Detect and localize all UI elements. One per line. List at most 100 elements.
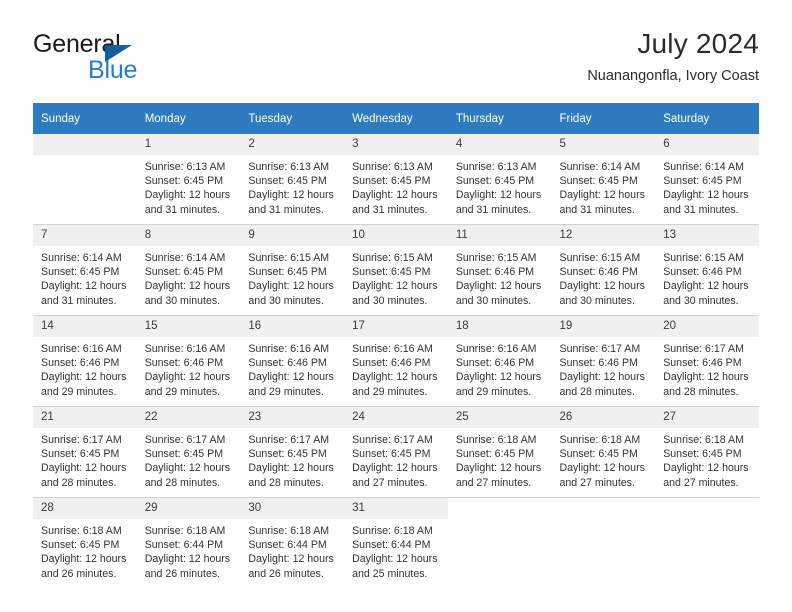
daylight-text-line1: Daylight: 12 hours (248, 280, 334, 293)
sunset-text: Sunset: 6:45 PM (559, 175, 638, 188)
daylight-text-line2: and 30 minutes. (455, 294, 532, 307)
daylight-text-line1: Daylight: 12 hours (559, 371, 645, 384)
calendar-day-cell[interactable]: 3 Sunrise: 6:13 AM Sunset: 6:45 PM Dayli… (344, 134, 448, 225)
sunrise-text: Sunrise: 6:15 AM (663, 252, 744, 264)
day-number: 22 (136, 407, 241, 428)
calendar-day-cell[interactable]: 6 Sunrise: 6:14 AM Sunset: 6:45 PM Dayli… (655, 134, 759, 225)
sunset-text: Sunset: 6:45 PM (248, 448, 327, 461)
calendar-table: Sunday Monday Tuesday Wednesday Thursday… (33, 103, 759, 588)
day-number: 16 (240, 316, 345, 337)
brand-logo[interactable]: General Blue (33, 32, 233, 88)
calendar-day-cell[interactable]: 27 Sunrise: 6:18 AM Sunset: 6:45 PM Dayl… (655, 406, 759, 498)
sunrise-text: Sunrise: 6:18 AM (248, 525, 330, 537)
sunrise-text: Sunrise: 6:13 AM (352, 161, 433, 173)
sunrise-text: Sunrise: 6:18 AM (455, 434, 537, 446)
calendar-day-cell[interactable]: 20 Sunrise: 6:17 AM Sunset: 6:46 PM Dayl… (655, 315, 759, 407)
daylight-text-line1: Daylight: 12 hours (352, 462, 438, 475)
calendar-day-cell[interactable]: 19 Sunrise: 6:17 AM Sunset: 6:46 PM Dayl… (551, 315, 656, 407)
calendar-day-cell[interactable]: 26 Sunrise: 6:18 AM Sunset: 6:45 PM Dayl… (551, 406, 656, 498)
day-number: 24 (344, 407, 448, 428)
page-title: July 2024 (637, 28, 759, 59)
day-number: 15 (136, 316, 241, 337)
day-number: 21 (33, 407, 137, 428)
weekday-header-monday: Monday (136, 103, 241, 134)
daylight-text-line2: and 29 minutes. (352, 385, 428, 398)
weekday-header-wednesday: Wednesday (344, 103, 448, 134)
calendar-day-cell[interactable]: 16 Sunrise: 6:16 AM Sunset: 6:46 PM Dayl… (240, 315, 345, 407)
calendar-day-cell[interactable]: 31 Sunrise: 6:18 AM Sunset: 6:44 PM Dayl… (344, 497, 448, 588)
day-number (448, 498, 552, 519)
calendar-day-cell[interactable]: 14 Sunrise: 6:16 AM Sunset: 6:46 PM Dayl… (33, 315, 137, 407)
day-number: 19 (551, 316, 656, 337)
calendar-day-cell[interactable]: 30 Sunrise: 6:18 AM Sunset: 6:44 PM Dayl… (240, 497, 345, 588)
daylight-text-line1: Daylight: 12 hours (248, 462, 334, 475)
daylight-text-line2: and 30 minutes. (248, 294, 324, 307)
day-details: Sunrise: 6:17 AM Sunset: 6:46 PM Dayligh… (655, 337, 759, 399)
sunrise-text: Sunrise: 6:16 AM (41, 343, 122, 355)
day-details: Sunrise: 6:16 AM Sunset: 6:46 PM Dayligh… (240, 337, 344, 399)
daylight-text-line2: and 31 minutes. (663, 203, 739, 216)
day-number: 10 (344, 225, 448, 246)
calendar-day-cell[interactable]: 2 Sunrise: 6:13 AM Sunset: 6:45 PM Dayli… (240, 134, 345, 225)
day-number (33, 134, 137, 155)
weekday-header-saturday: Saturday (655, 103, 759, 134)
calendar-day-cell[interactable]: 25 Sunrise: 6:18 AM Sunset: 6:45 PM Dayl… (447, 406, 552, 498)
calendar-day-cell[interactable] (655, 497, 759, 588)
calendar-day-cell[interactable] (551, 497, 656, 588)
calendar-day-cell[interactable]: 28 Sunrise: 6:18 AM Sunset: 6:45 PM Dayl… (33, 497, 137, 588)
calendar-day-cell[interactable]: 15 Sunrise: 6:16 AM Sunset: 6:46 PM Dayl… (136, 315, 241, 407)
calendar-day-cell[interactable]: 7 Sunrise: 6:14 AM Sunset: 6:45 PM Dayli… (33, 224, 137, 316)
daylight-text-line2: and 29 minutes. (144, 385, 221, 398)
calendar-day-cell[interactable]: 4 Sunrise: 6:13 AM Sunset: 6:45 PM Dayli… (447, 134, 552, 225)
sunset-text: Sunset: 6:45 PM (663, 448, 742, 461)
calendar-week-row: 7 Sunrise: 6:14 AM Sunset: 6:45 PM Dayli… (33, 224, 759, 316)
day-number: 30 (240, 498, 345, 519)
day-number (655, 498, 759, 519)
calendar-day-cell[interactable]: 1 Sunrise: 6:13 AM Sunset: 6:45 PM Dayli… (136, 134, 241, 225)
calendar-day-cell[interactable]: 5 Sunrise: 6:14 AM Sunset: 6:45 PM Dayli… (551, 134, 656, 225)
daylight-text-line2: and 29 minutes. (248, 385, 324, 398)
daylight-text-line1: Daylight: 12 hours (455, 462, 542, 475)
daylight-text-line2: and 30 minutes. (352, 294, 428, 307)
day-number: 28 (33, 498, 137, 519)
calendar-day-cell[interactable]: 21 Sunrise: 6:17 AM Sunset: 6:45 PM Dayl… (33, 406, 137, 498)
day-number: 23 (240, 407, 345, 428)
daylight-text-line1: Daylight: 12 hours (559, 462, 645, 475)
calendar-day-cell[interactable]: 23 Sunrise: 6:17 AM Sunset: 6:45 PM Dayl… (240, 406, 345, 498)
calendar-day-cell[interactable]: 10 Sunrise: 6:15 AM Sunset: 6:45 PM Dayl… (344, 224, 448, 316)
sunset-text: Sunset: 6:46 PM (144, 357, 224, 370)
daylight-text-line1: Daylight: 12 hours (455, 371, 542, 384)
calendar-day-cell[interactable]: 13 Sunrise: 6:15 AM Sunset: 6:46 PM Dayl… (655, 224, 759, 316)
daylight-text-line1: Daylight: 12 hours (144, 371, 231, 384)
sunset-text: Sunset: 6:45 PM (248, 266, 327, 279)
daylight-text-line1: Daylight: 12 hours (663, 371, 749, 384)
calendar-day-cell[interactable] (33, 134, 137, 225)
day-details: Sunrise: 6:14 AM Sunset: 6:45 PM Dayligh… (655, 155, 759, 217)
sunrise-text: Sunrise: 6:17 AM (248, 434, 330, 446)
calendar-day-cell[interactable]: 22 Sunrise: 6:17 AM Sunset: 6:45 PM Dayl… (136, 406, 241, 498)
daylight-text-line1: Daylight: 12 hours (41, 280, 127, 293)
calendar-day-cell[interactable]: 17 Sunrise: 6:16 AM Sunset: 6:46 PM Dayl… (344, 315, 448, 407)
sunset-text: Sunset: 6:45 PM (352, 175, 431, 188)
calendar-day-cell[interactable]: 11 Sunrise: 6:15 AM Sunset: 6:46 PM Dayl… (447, 224, 552, 316)
day-details: Sunrise: 6:18 AM Sunset: 6:45 PM Dayligh… (655, 428, 759, 490)
calendar-day-cell[interactable] (447, 497, 552, 588)
calendar-day-cell[interactable]: 24 Sunrise: 6:17 AM Sunset: 6:45 PM Dayl… (344, 406, 448, 498)
calendar-day-cell[interactable]: 8 Sunrise: 6:14 AM Sunset: 6:45 PM Dayli… (136, 224, 241, 316)
sunrise-text: Sunrise: 6:16 AM (248, 343, 330, 355)
sunset-text: Sunset: 6:46 PM (455, 357, 535, 370)
sunset-text: Sunset: 6:46 PM (41, 357, 120, 370)
sunset-text: Sunset: 6:45 PM (455, 448, 535, 461)
day-number: 27 (655, 407, 759, 428)
calendar-day-cell[interactable]: 12 Sunrise: 6:15 AM Sunset: 6:46 PM Dayl… (551, 224, 656, 316)
daylight-text-line2: and 28 minutes. (559, 385, 635, 398)
day-details (33, 155, 137, 160)
calendar-day-cell[interactable]: 9 Sunrise: 6:15 AM Sunset: 6:45 PM Dayli… (240, 224, 345, 316)
daylight-text-line2: and 26 minutes. (144, 567, 221, 580)
calendar-day-cell[interactable]: 18 Sunrise: 6:16 AM Sunset: 6:46 PM Dayl… (447, 315, 552, 407)
day-number: 11 (447, 225, 552, 246)
calendar-day-cell[interactable]: 29 Sunrise: 6:18 AM Sunset: 6:44 PM Dayl… (136, 497, 241, 588)
day-number: 8 (136, 225, 241, 246)
daylight-text-line2: and 29 minutes. (41, 385, 117, 398)
day-number: 25 (447, 407, 552, 428)
